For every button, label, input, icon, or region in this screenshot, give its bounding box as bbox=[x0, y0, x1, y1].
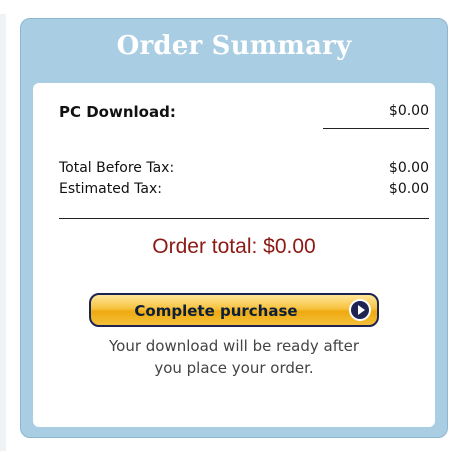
download-note: Your download will be ready after you pl… bbox=[43, 335, 425, 379]
estimated-tax-row: Estimated Tax: $0.00 bbox=[59, 181, 429, 201]
estimated-tax-label: Estimated Tax: bbox=[59, 181, 162, 197]
order-summary-panel: Order Summary PC Download: $0.00 Total B… bbox=[20, 18, 448, 438]
order-summary-body: PC Download: $0.00 Total Before Tax: $0.… bbox=[33, 83, 435, 427]
download-note-line-2: you place your order. bbox=[154, 359, 314, 377]
download-note-line-1: Your download will be ready after bbox=[108, 337, 360, 355]
total-divider bbox=[59, 218, 429, 219]
before-tax-value: $0.00 bbox=[388, 160, 429, 176]
complete-purchase-button[interactable]: Complete purchase bbox=[89, 293, 379, 327]
before-tax-label: Total Before Tax: bbox=[59, 160, 175, 176]
download-value: $0.00 bbox=[388, 103, 429, 119]
page-left-edge bbox=[0, 14, 6, 451]
order-total: Order total: $0.00 bbox=[152, 235, 316, 258]
before-tax-row: Total Before Tax: $0.00 bbox=[59, 160, 429, 180]
download-label: PC Download: bbox=[59, 103, 176, 121]
arrow-right-icon bbox=[349, 299, 371, 321]
subtotal-underline bbox=[323, 128, 429, 129]
page-top-strip bbox=[0, 0, 455, 14]
download-row: PC Download: $0.00 bbox=[59, 103, 429, 123]
complete-purchase-label: Complete purchase bbox=[134, 302, 298, 320]
estimated-tax-value: $0.00 bbox=[388, 181, 429, 197]
order-summary-title: Order Summary bbox=[116, 31, 352, 61]
